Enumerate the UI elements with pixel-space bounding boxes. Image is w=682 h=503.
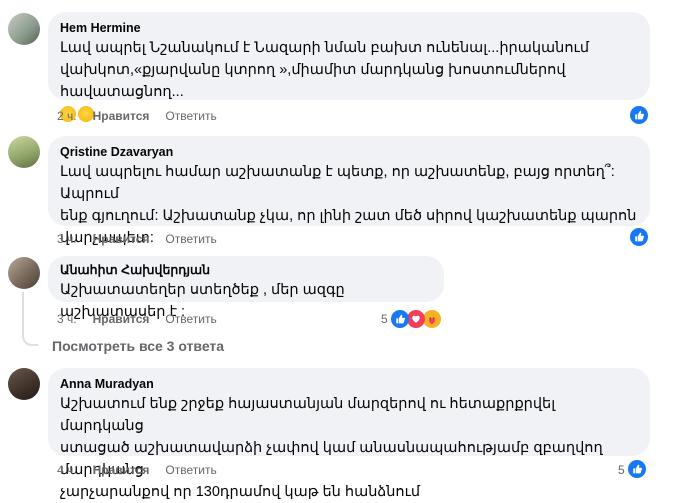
comment-author[interactable]: Անահիտ Հախվերդյան [60, 262, 432, 278]
thumbs-up-icon[interactable] [630, 106, 648, 124]
like-button[interactable]: Нравится [93, 463, 150, 477]
comment-meta: 4 ч. Нравится Ответить [57, 463, 233, 477]
reaction-count[interactable]: 5 [618, 463, 625, 477]
like-button[interactable]: Нравится [93, 109, 150, 123]
avatar[interactable] [8, 13, 40, 45]
avatar[interactable] [8, 136, 40, 168]
comment-time[interactable]: 4 ч. [57, 463, 77, 477]
comment-author[interactable]: Hem Hermine [60, 20, 638, 36]
thread-line-curve [22, 332, 38, 346]
scrollbar[interactable] [678, 0, 682, 481]
comment-line: չարչարանքով որ 130դրամով կաթ են հանձնում [60, 484, 421, 500]
comment-meta: 3 ч. Нравится Ответить [57, 232, 233, 246]
comment-author[interactable]: Anna Muradyan [60, 376, 638, 392]
reply-button[interactable]: Ответить [165, 109, 216, 123]
reply-button[interactable]: Ответить [165, 232, 216, 246]
comment-bubble: Անահիտ Հախվերդյան Աշխատատեղեր ստեղծեք , … [48, 256, 444, 320]
comment-line: Աշխատում ենք շրջեք հայաստանյան մարզերով … [60, 396, 556, 434]
like-button[interactable]: Нравится [93, 232, 150, 246]
thumbs-up-icon[interactable] [630, 228, 648, 246]
like-button[interactable]: Нравится [93, 312, 150, 326]
comment-meta: 3 ч. Нравится Ответить [57, 312, 233, 326]
comment-time[interactable]: 2 ч. [57, 109, 77, 123]
thumbs-up-icon[interactable] [391, 310, 409, 328]
comment-meta: 2 ч. Нравится Ответить [57, 109, 233, 123]
comment-bubble: Anna Muradyan Աշխատում ենք շրջեք հայաստա… [48, 368, 650, 500]
reply-button[interactable]: Ответить [165, 463, 216, 477]
avatar[interactable] [8, 257, 40, 289]
thread-line [22, 292, 24, 332]
comment-time[interactable]: 3 ч. [57, 312, 77, 326]
comment-bubble: Hem Hermine Լավ ապրել Նշանակում է Նազարի… [48, 12, 650, 123]
avatar[interactable] [8, 368, 40, 400]
thumbs-up-icon[interactable] [628, 460, 646, 478]
comment-line: վախկոտ,«քյարվանը կտրող »,միամիտ մարդկանց… [60, 62, 566, 100]
comment-line: Լավ ապրելու համար աշխատանք է պետք, որ աշ… [60, 164, 615, 202]
comment-text: Աշխատում ենք շրջեք հայաստանյան մարզերով … [60, 393, 638, 503]
heart-icon[interactable] [407, 310, 425, 328]
comment-bubble: Qristine Dzavaryan Լավ ապրելու համար աշխ… [48, 136, 650, 246]
reply-button[interactable]: Ответить [165, 312, 216, 326]
comment-line: ենք գյուղում: Աշխատանք չկա, որ լինի շատ … [60, 208, 637, 224]
comment-line: Լավ ապրել Նշանակում է Նազարի նման բախտ ո… [60, 40, 590, 56]
comment-author[interactable]: Qristine Dzavaryan [60, 144, 638, 160]
comment-time[interactable]: 3 ч. [57, 232, 77, 246]
see-all-replies-link[interactable]: Посмотреть все 3 ответа [52, 338, 224, 354]
care-icon[interactable] [423, 310, 441, 328]
reaction-count[interactable]: 5 [381, 312, 388, 326]
